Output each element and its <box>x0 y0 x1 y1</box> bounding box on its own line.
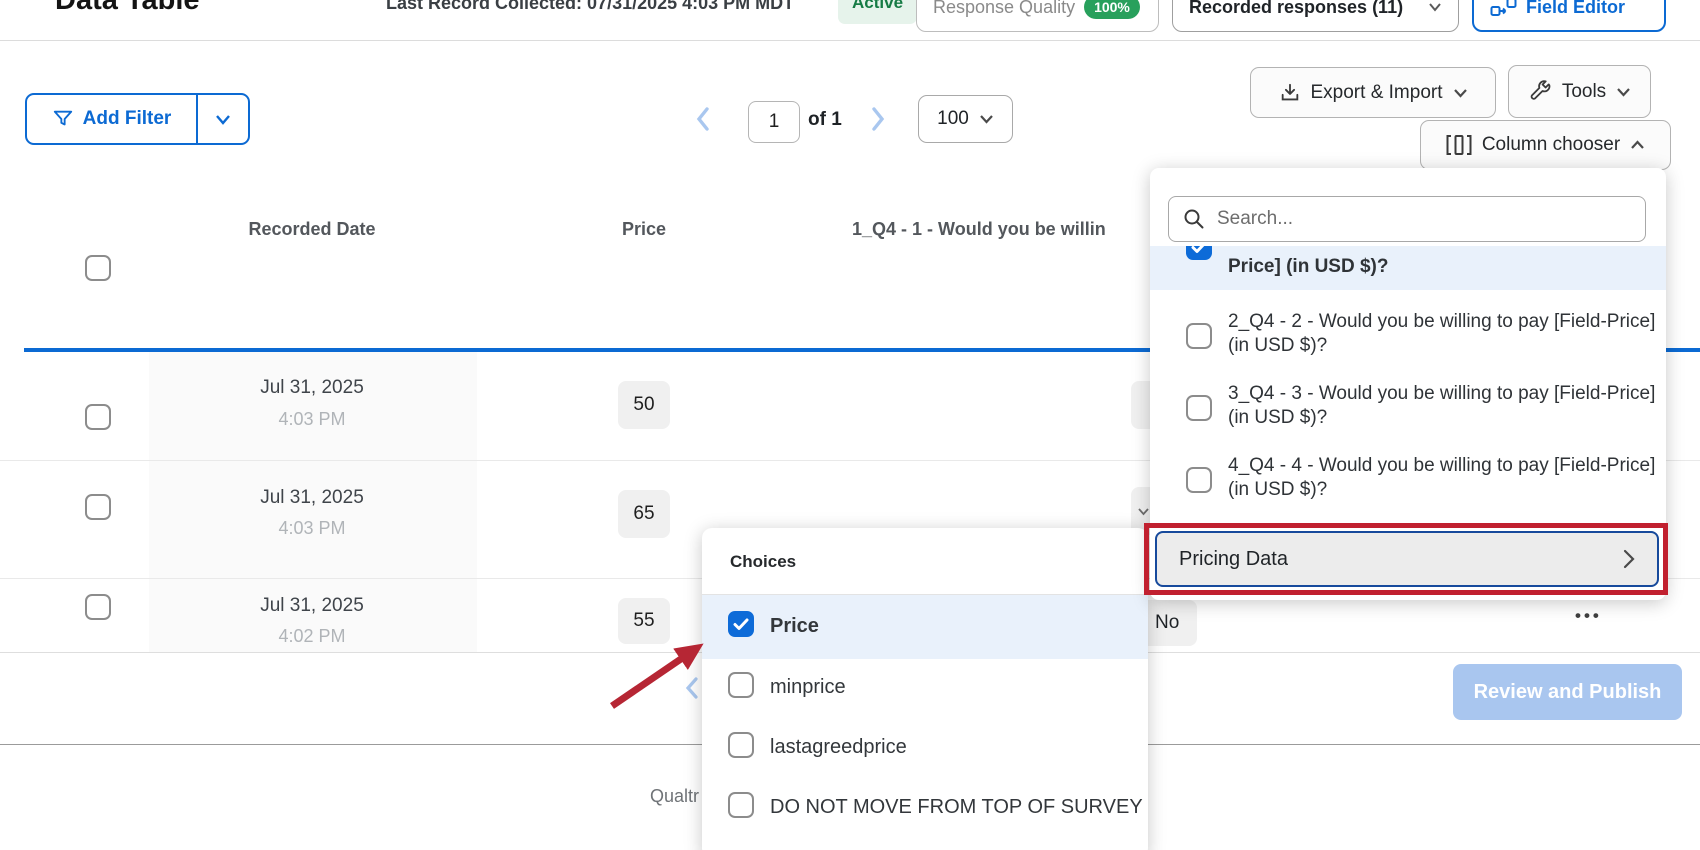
page-count-label: of 1 <box>808 109 842 131</box>
column-chooser-label: Column chooser <box>1482 134 1620 156</box>
add-filter-label: Add Filter <box>83 108 172 130</box>
qualtrics-watermark: Qualtr <box>650 786 699 807</box>
chevron-down-icon <box>1616 87 1631 97</box>
field-editor-label: Field Editor <box>1526 0 1625 18</box>
cell-price[interactable]: 50 <box>618 381 670 429</box>
choice-option-label[interactable]: DO NOT MOVE FROM TOP OF SURVEY <box>770 796 1143 819</box>
cell-recorded-date: Jul 31, 2025 <box>260 377 364 399</box>
choice-option-selected-bg[interactable] <box>702 595 1148 659</box>
column-item-label[interactable]: 2_Q4 - 2 - Would you be willing to pay [… <box>1228 310 1660 358</box>
column-item-label[interactable]: 3_Q4 - 3 - Would you be willing to pay [… <box>1228 382 1660 430</box>
export-import-button[interactable]: Export & Import <box>1250 67 1496 118</box>
cell-answer[interactable]: No <box>1148 600 1197 646</box>
select-all-checkbox[interactable] <box>85 255 111 281</box>
row-checkbox[interactable] <box>85 594 111 620</box>
choices-menu: Choices Price minprice lastagreedprice D… <box>702 528 1148 850</box>
annotation-arrow <box>595 625 740 725</box>
column-header-price[interactable]: Price <box>622 219 666 240</box>
search-input[interactable] <box>1217 208 1631 230</box>
chevron-down-icon <box>979 114 994 124</box>
cell-recorded-time: 4:03 PM <box>278 409 345 430</box>
column-checkbox[interactable] <box>1186 467 1212 493</box>
search-box[interactable] <box>1168 196 1646 242</box>
column-checkbox-checked[interactable] <box>1186 246 1212 260</box>
page-size-value: 100 <box>937 108 969 130</box>
previous-page-button[interactable] <box>694 106 712 132</box>
column-header-recorded-date[interactable]: Recorded Date <box>248 219 375 240</box>
response-quality-button[interactable]: Response Quality 100% <box>916 0 1159 32</box>
column-checkbox[interactable] <box>1186 395 1212 421</box>
search-icon <box>1183 208 1205 230</box>
next-page-button[interactable] <box>869 106 887 132</box>
review-and-publish-button[interactable]: Review and Publish <box>1453 664 1682 720</box>
chevron-down-icon <box>1137 507 1150 516</box>
annotation-highlight-pricing-data <box>1144 523 1668 595</box>
last-record-collected-text: Last Record Collected: 07/31/2025 4:03 P… <box>386 0 794 14</box>
column-header-q4[interactable]: 1_Q4 - 1 - Would you be willin <box>852 219 1152 240</box>
tools-label: Tools <box>1562 81 1606 103</box>
row-actions-button[interactable]: ••• <box>1575 606 1602 626</box>
top-divider <box>0 40 1700 41</box>
choice-option-label[interactable]: minprice <box>770 676 846 699</box>
add-filter-menu-button[interactable] <box>198 95 248 143</box>
cell-recorded-date: Jul 31, 2025 <box>260 487 364 509</box>
chevron-down-icon <box>1428 2 1442 12</box>
data-table-page: Data Table Last Record Collected: 07/31/… <box>0 0 1700 850</box>
check-icon <box>1191 246 1207 254</box>
page-number-input[interactable] <box>748 101 800 143</box>
filter-icon <box>52 108 74 130</box>
page-title: Data Table <box>55 0 200 17</box>
cell-recorded-time: 4:02 PM <box>278 626 345 647</box>
choice-option-label[interactable]: lastagreedprice <box>770 736 907 759</box>
download-icon <box>1279 82 1301 104</box>
add-filter-button[interactable]: Add Filter <box>27 95 198 143</box>
chevron-up-icon <box>1630 140 1645 150</box>
field-editor-button[interactable]: Field Editor <box>1472 0 1666 32</box>
choice-checkbox-do-not-move[interactable] <box>728 792 754 818</box>
recorded-responses-label: Recorded responses (11) <box>1189 0 1403 18</box>
chevron-down-icon <box>1453 88 1468 98</box>
cell-recorded-date: Jul 31, 2025 <box>260 595 364 617</box>
response-quality-label: Response Quality <box>933 0 1075 18</box>
column-item-label: Price] (in USD $)? <box>1228 255 1660 279</box>
row-checkbox[interactable] <box>85 404 111 430</box>
columns-icon <box>1446 135 1472 155</box>
field-editor-icon <box>1490 0 1517 17</box>
export-import-label: Export & Import <box>1311 82 1443 104</box>
recorded-responses-dropdown[interactable]: Recorded responses (11) <box>1172 0 1459 32</box>
column-item-selected-partial[interactable]: Price] (in USD $)? <box>1150 246 1666 290</box>
choice-option-label[interactable]: Price <box>770 615 819 638</box>
response-quality-badge: 100% <box>1084 0 1140 19</box>
column-item-label[interactable]: 4_Q4 - 4 - Would you be willing to pay [… <box>1228 454 1660 502</box>
row-checkbox[interactable] <box>85 494 111 520</box>
choices-menu-title: Choices <box>730 552 796 572</box>
add-filter-split-button: Add Filter <box>25 93 250 145</box>
tools-button[interactable]: Tools <box>1508 65 1651 118</box>
wrench-icon <box>1528 80 1552 104</box>
column-checkbox[interactable] <box>1186 323 1212 349</box>
status-badge: Active <box>838 0 917 24</box>
cell-price[interactable]: 65 <box>618 490 670 538</box>
column-chooser-button[interactable]: Column chooser <box>1420 120 1671 170</box>
page-size-dropdown[interactable]: 100 <box>918 95 1013 143</box>
cell-recorded-time: 4:03 PM <box>278 518 345 539</box>
choice-checkbox-lastagreedprice[interactable] <box>728 732 754 758</box>
